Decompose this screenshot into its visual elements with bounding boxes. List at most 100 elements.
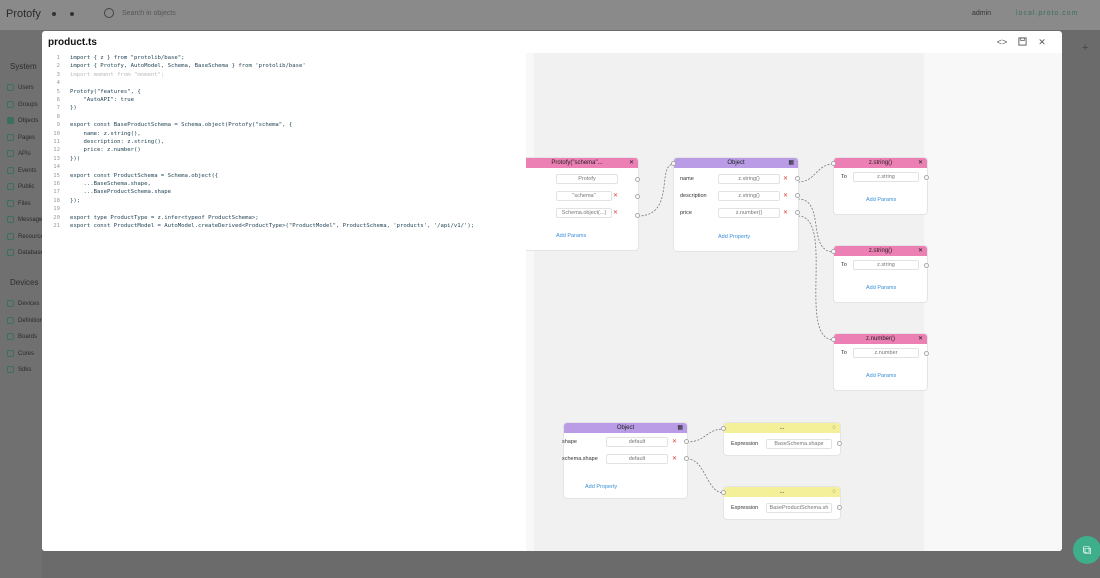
sidebar-item[interactable]: Pages — [7, 133, 35, 144]
output-port[interactable] — [924, 175, 929, 180]
output-port[interactable] — [837, 505, 842, 510]
object-node-header[interactable]: Object ▦ — [674, 158, 798, 168]
output-port[interactable] — [795, 210, 800, 215]
type-node[interactable]: z.string() ✕ To z.string Add Params — [831, 158, 929, 214]
menu-dot-icon[interactable] — [52, 12, 56, 16]
sidebar-item[interactable]: Boards — [7, 333, 37, 343]
sidebar-item[interactable]: Groups — [7, 100, 38, 111]
output-port[interactable] — [837, 441, 842, 446]
sidebar-item[interactable]: APIs — [7, 150, 31, 160]
input-port[interactable] — [721, 426, 726, 431]
expression-label: Expression — [731, 505, 759, 511]
sidebar-item[interactable]: Devices — [7, 300, 39, 310]
sidebar-item[interactable]: Users — [7, 84, 34, 94]
expression-value[interactable]: BaseProductSchema.sh — [766, 503, 832, 513]
delete-icon[interactable]: ✕ — [613, 191, 618, 201]
delete-icon[interactable]: ✕ — [783, 191, 788, 201]
sidebar-item-label: Users — [18, 85, 34, 92]
theme-dot-icon[interactable] — [70, 12, 74, 16]
close-icon[interactable]: ✕ — [918, 334, 923, 344]
input-port[interactable] — [831, 337, 836, 342]
expression-value[interactable]: BaseSchema.shape — [766, 439, 832, 449]
flow-canvas[interactable]: Protofy("schema"... ✕ Protofy "schema" ✕ … — [526, 53, 1062, 551]
chat-fab-button[interactable]: ⧉ — [1073, 536, 1100, 564]
spread-node[interactable]: ... ◌ Expression BaseProductSchema.sh — [721, 487, 842, 519]
output-port[interactable] — [635, 194, 640, 199]
delete-icon[interactable]: ✕ — [672, 454, 677, 464]
add-icon[interactable]: + — [1082, 42, 1088, 54]
spread-node-header[interactable]: ... ◌ — [724, 487, 840, 497]
input-port[interactable] — [671, 161, 676, 166]
settings-icon[interactable]: ◌ — [832, 487, 836, 497]
object-node[interactable]: Object ▦ name z.string() ✕ description z.stri… — [671, 158, 800, 251]
input-port[interactable] — [721, 490, 726, 495]
protofy-node[interactable]: Protofy("schema"... ✕ Protofy "schema" ✕ … — [526, 158, 640, 250]
grid-icon[interactable]: ▦ — [788, 158, 794, 168]
sidebar-item[interactable]: Cores — [7, 349, 34, 360]
close-icon[interactable]: ✕ — [1036, 37, 1048, 48]
type-node-header[interactable]: z.string() ✕ — [834, 158, 927, 168]
sidebar-item[interactable]: Public — [7, 183, 34, 193]
type-node-header[interactable]: z.string() ✕ — [834, 246, 927, 256]
input-port[interactable] — [831, 161, 836, 166]
grid-icon[interactable]: ▦ — [677, 423, 683, 433]
object-node-2[interactable]: Object ▦ shape default ✕ schema.shape default… — [562, 423, 689, 498]
search-input[interactable]: Search in objects — [122, 10, 176, 17]
sidebar-item[interactable]: Objects — [7, 117, 38, 127]
code-text: export type ProductType = z.infer<typeof… — [70, 214, 259, 221]
property-value[interactable]: z.string() — [718, 174, 780, 184]
add-property-link[interactable]: Add Property — [585, 484, 617, 490]
property-value[interactable]: z.number() — [718, 208, 780, 218]
code-view-icon[interactable]: <> — [996, 37, 1008, 47]
sidebar-item[interactable]: Events — [7, 166, 36, 177]
close-icon[interactable]: ✕ — [918, 246, 923, 256]
delete-icon[interactable]: ✕ — [672, 437, 677, 447]
type-node-header[interactable]: z.number() ✕ — [834, 334, 927, 344]
protofy-param-1[interactable]: Protofy — [556, 174, 618, 184]
to-value[interactable]: z.number — [853, 348, 919, 358]
output-port[interactable] — [635, 177, 640, 182]
close-icon[interactable]: ✕ — [629, 158, 634, 168]
output-port[interactable] — [635, 213, 640, 218]
sidebar-item[interactable]: Sdks — [7, 366, 31, 376]
add-params-link[interactable]: Add Params — [866, 373, 896, 379]
add-params-link[interactable]: Add Params — [866, 285, 896, 291]
settings-icon[interactable]: ◌ — [832, 423, 836, 433]
delete-icon[interactable]: ✕ — [613, 208, 618, 218]
type-node[interactable]: z.string() ✕ To z.string Add Params — [831, 246, 929, 302]
property-value[interactable]: z.string() — [718, 191, 780, 201]
output-port[interactable] — [795, 176, 800, 181]
sidebar-item[interactable]: Files — [7, 199, 31, 210]
sidebar-item[interactable]: Resources — [7, 232, 47, 243]
input-port[interactable] — [831, 249, 836, 254]
protofy-param-3[interactable]: Schema.object(...) — [556, 208, 612, 218]
add-params-link[interactable]: Add Params — [866, 197, 896, 203]
user-menu[interactable]: admin — [972, 10, 991, 17]
delete-icon[interactable]: ✕ — [783, 174, 788, 184]
delete-icon[interactable]: ✕ — [783, 208, 788, 218]
sidebar-item[interactable]: Messages — [7, 216, 45, 226]
output-port[interactable] — [924, 351, 929, 356]
sidebar-item[interactable]: Definitions — [7, 316, 46, 327]
spread-node[interactable]: ... ◌ Expression BaseSchema.shape — [721, 423, 842, 455]
output-port[interactable] — [684, 456, 689, 461]
output-port[interactable] — [924, 263, 929, 268]
close-icon[interactable]: ✕ — [918, 158, 923, 168]
save-icon[interactable] — [1016, 37, 1028, 48]
property-value[interactable]: default — [606, 437, 668, 447]
property-value[interactable]: default — [606, 454, 668, 464]
protofy-node-header[interactable]: Protofy("schema"... ✕ — [526, 158, 638, 168]
output-port[interactable] — [795, 193, 800, 198]
type-node[interactable]: z.number() ✕ To z.number Add Params — [831, 334, 929, 390]
sidebar-item[interactable]: Databases — [7, 249, 47, 259]
output-port[interactable] — [684, 439, 689, 444]
spread-node-header[interactable]: ... ◌ — [724, 423, 840, 433]
code-editor[interactable]: 1 import { z } from "protolib/base"; 2 impo… — [42, 53, 526, 551]
add-property-link[interactable]: Add Property — [718, 234, 750, 240]
to-value[interactable]: z.string — [853, 260, 919, 270]
object-node-2-header[interactable]: Object ▦ — [564, 423, 687, 433]
to-value[interactable]: z.string — [853, 172, 919, 182]
app-logo[interactable]: Protofy — [6, 8, 41, 20]
add-params-link[interactable]: Add Params — [556, 233, 586, 239]
protofy-param-2[interactable]: "schema" — [556, 191, 612, 201]
